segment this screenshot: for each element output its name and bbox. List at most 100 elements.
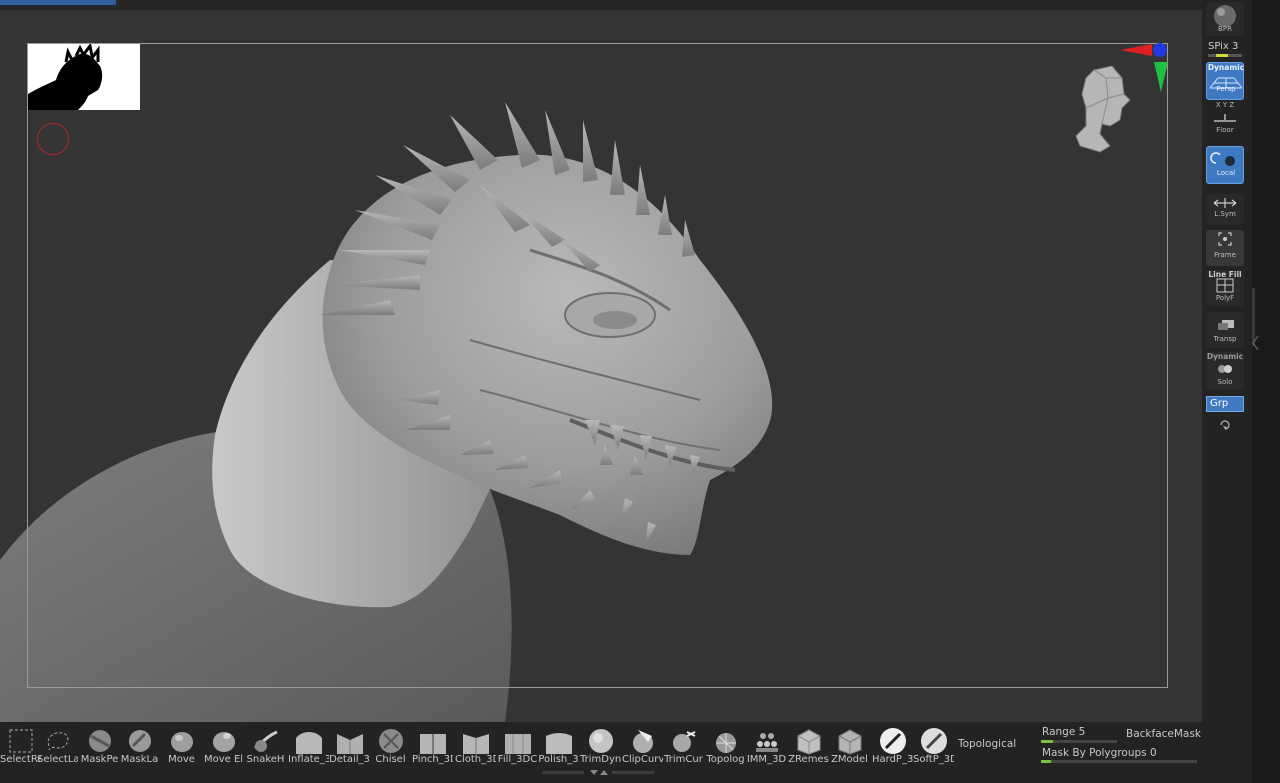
bpr-label: BPR bbox=[1218, 25, 1232, 33]
brush-label: Fill_3DC bbox=[497, 754, 538, 765]
dynamic-label: Dynamic bbox=[1207, 63, 1245, 72]
brush-14[interactable]: TrimDyn bbox=[580, 724, 621, 765]
brush-label: Chisel bbox=[375, 754, 406, 765]
frame-button[interactable]: Frame bbox=[1206, 230, 1244, 266]
trim-curve-icon bbox=[672, 731, 695, 752]
brush-3[interactable]: MaskLa bbox=[119, 724, 160, 765]
mask-by-polygroups-label[interactable]: Mask By Polygroups 0 bbox=[1042, 747, 1157, 759]
solo-spheres-icon bbox=[1218, 365, 1232, 373]
pinch-icon bbox=[419, 734, 446, 754]
soft-polish-icon bbox=[920, 728, 947, 754]
brush-9[interactable]: Chisel bbox=[370, 724, 411, 765]
lsym-label: L.Sym bbox=[1214, 210, 1236, 218]
brush-15[interactable]: ClipCurv bbox=[622, 724, 663, 765]
brush-label: IMM_3D bbox=[746, 754, 787, 765]
bpr-button[interactable]: BPR bbox=[1206, 2, 1244, 36]
brush-16[interactable]: TrimCur bbox=[663, 724, 704, 765]
rotate-icon[interactable] bbox=[1218, 419, 1232, 431]
brush-label: Move El bbox=[203, 754, 244, 765]
transp-button[interactable]: Transp bbox=[1206, 312, 1244, 348]
brush-6[interactable]: SnakeH bbox=[245, 724, 286, 765]
transp-label: Transp bbox=[1213, 335, 1237, 343]
brush-1[interactable]: SelectLa bbox=[37, 724, 78, 765]
brush-label: TrimCur bbox=[664, 754, 703, 765]
polyf-label: PolyF bbox=[1215, 294, 1235, 302]
brush-label: Pinch_3D bbox=[412, 754, 453, 765]
brush-label: SnakeH bbox=[246, 754, 285, 765]
brush-18[interactable]: IMM_3D bbox=[746, 724, 787, 765]
axis-gizmo-icon[interactable] bbox=[1118, 40, 1174, 100]
backface-mask-toggle[interactable]: BackfaceMask bbox=[1126, 728, 1201, 740]
brush-7[interactable]: Inflate_3 bbox=[288, 724, 329, 765]
mask-by-polygroups-slider[interactable] bbox=[1041, 760, 1197, 763]
topological-toggle[interactable]: Topological bbox=[958, 738, 1016, 750]
cloth-icon bbox=[462, 734, 489, 754]
solo-button[interactable]: Dynamic Solo bbox=[1206, 352, 1244, 390]
silhouette-icon bbox=[28, 42, 103, 110]
floor-button[interactable]: Floor bbox=[1206, 110, 1244, 138]
floor-icon bbox=[1214, 114, 1236, 122]
lsym-button[interactable]: L.Sym bbox=[1206, 194, 1244, 224]
trim-dynamic-icon bbox=[588, 729, 613, 753]
spix-slider[interactable] bbox=[1208, 54, 1242, 57]
brush-label: SoftP_3D bbox=[913, 754, 954, 765]
brush-10[interactable]: Pinch_3D bbox=[412, 724, 453, 765]
range-slider-label[interactable]: Range 5 bbox=[1042, 726, 1085, 738]
active-tab-indicator[interactable] bbox=[0, 0, 116, 5]
brush-4[interactable]: Move bbox=[161, 724, 202, 765]
dynamic-solo-label: Dynamic bbox=[1206, 352, 1244, 361]
brush-17[interactable]: Topolog bbox=[705, 724, 746, 765]
thumbnail-preview[interactable] bbox=[28, 42, 140, 110]
grp-button[interactable]: Grp bbox=[1206, 396, 1244, 412]
lsym-arrows-icon bbox=[1213, 198, 1237, 208]
persp-button[interactable]: Dynamic Persp bbox=[1206, 62, 1244, 100]
move-brush-icon bbox=[170, 732, 193, 752]
top-menu-bar bbox=[0, 0, 1202, 10]
frame-icon bbox=[1218, 232, 1232, 246]
fill-icon bbox=[504, 734, 531, 754]
brush-22[interactable]: SoftP_3D bbox=[913, 724, 954, 765]
polish-icon bbox=[545, 733, 572, 754]
zmodeler-icon bbox=[838, 729, 861, 755]
select-rect-icon bbox=[9, 729, 32, 753]
brush-label: ClipCurv bbox=[622, 754, 663, 765]
brush-0[interactable]: SelectRe bbox=[0, 724, 41, 765]
brush-21[interactable]: HardP_3 bbox=[872, 724, 913, 765]
select-lasso-icon bbox=[47, 732, 68, 751]
snakehook-icon bbox=[253, 730, 278, 752]
brush-20[interactable]: ZModel bbox=[829, 724, 870, 765]
brush-label: SelectRe bbox=[0, 754, 41, 765]
mask-lasso-icon bbox=[128, 730, 151, 752]
brush-13[interactable]: Polish_3 bbox=[538, 724, 579, 765]
brush-label: Polish_3 bbox=[538, 754, 579, 765]
brush-label: Topolog bbox=[706, 754, 745, 765]
right-scroll-strip[interactable] bbox=[1252, 0, 1280, 783]
brush-label: Detail_3 bbox=[329, 754, 370, 765]
transp-icon bbox=[1218, 320, 1234, 330]
brush-12[interactable]: Fill_3DC bbox=[497, 724, 538, 765]
collapse-arrow-icon[interactable] bbox=[1252, 334, 1260, 352]
brush-19[interactable]: ZRemes bbox=[788, 724, 829, 765]
brush-label: MaskLa bbox=[120, 754, 159, 765]
canvas-viewport[interactable] bbox=[0, 10, 1202, 722]
brush-label: Cloth_3D bbox=[455, 754, 496, 765]
move-elastic-icon bbox=[212, 732, 235, 752]
bottom-brush-shelf: SelectRe SelectLa MaskPe MaskLa Move Move El S… bbox=[0, 722, 1202, 783]
xyz-label: X Y Z bbox=[1215, 101, 1235, 109]
frame-label: Frame bbox=[1214, 251, 1236, 259]
brush-5[interactable]: Move El bbox=[203, 724, 244, 765]
brush-label: Inflate_3 bbox=[288, 754, 329, 765]
floor-label: Floor bbox=[1216, 126, 1234, 134]
brush-11[interactable]: Cloth_3D bbox=[455, 724, 496, 765]
right-shelf: BPR SPix 3 Dynamic Persp X Y Z Floor Loc… bbox=[1202, 0, 1252, 783]
brush-label: SelectLa bbox=[37, 754, 78, 765]
topology-icon bbox=[715, 733, 736, 753]
brush-8[interactable]: Detail_3 bbox=[329, 724, 370, 765]
shelf-scroll-grip[interactable] bbox=[542, 770, 654, 776]
range-slider[interactable] bbox=[1041, 740, 1117, 743]
mask-pen-icon bbox=[88, 730, 111, 752]
local-button[interactable]: Local bbox=[1206, 146, 1244, 184]
brush-label: HardP_3 bbox=[872, 754, 913, 765]
brush-2[interactable]: MaskPe bbox=[79, 724, 120, 765]
polyf-button[interactable]: Line Fill PolyF bbox=[1206, 270, 1244, 306]
